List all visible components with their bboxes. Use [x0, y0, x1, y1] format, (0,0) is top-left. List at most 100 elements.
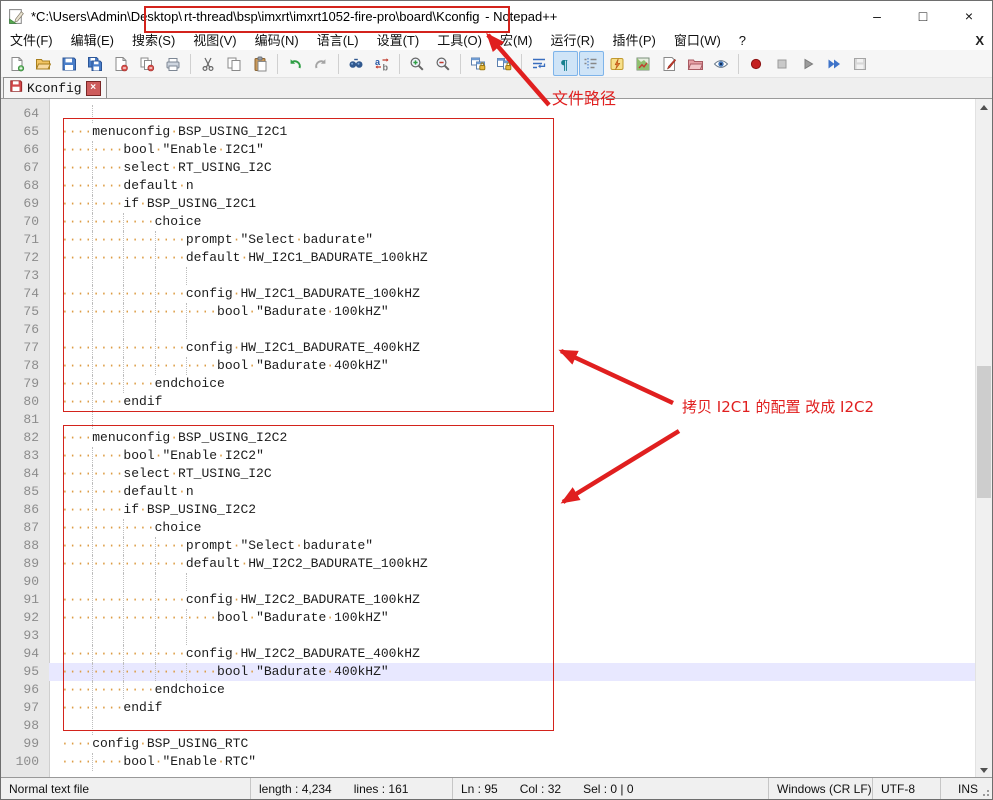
undo-icon[interactable]: [283, 51, 308, 76]
macro-run-multiple-icon[interactable]: [822, 51, 847, 76]
code-line[interactable]: ················prompt·"Select·badurate": [49, 231, 975, 249]
code-line[interactable]: ················config·HW_I2C1_BADURATE_…: [49, 339, 975, 357]
menu-item-edit[interactable]: 编辑(E): [62, 31, 123, 50]
menu-item-encoding[interactable]: 编码(N): [246, 31, 308, 50]
menu-item-window[interactable]: 窗口(W): [665, 31, 730, 50]
code-line[interactable]: ····················bool·"Badurate·400kH…: [49, 663, 975, 681]
menubar-close-document-icon[interactable]: X: [975, 33, 984, 48]
close-button[interactable]: ×: [946, 1, 992, 31]
code-line[interactable]: ········endif: [49, 393, 975, 411]
paste-icon[interactable]: [248, 51, 273, 76]
code-line[interactable]: ····config·BSP_USING_RTC: [49, 735, 975, 753]
code-line[interactable]: ················config·HW_I2C2_BADURATE_…: [49, 645, 975, 663]
code-line[interactable]: ················prompt·"Select·badurate": [49, 537, 975, 555]
word-wrap-icon[interactable]: [527, 51, 552, 76]
show-all-characters-icon[interactable]: ¶: [553, 51, 578, 76]
document-map-icon[interactable]: [631, 51, 656, 76]
macro-play-icon[interactable]: [796, 51, 821, 76]
menu-item-help[interactable]: ?: [730, 31, 755, 50]
code-line[interactable]: ················config·HW_I2C1_BADURATE_…: [49, 285, 975, 303]
macro-stop-icon[interactable]: [770, 51, 795, 76]
find-icon[interactable]: [344, 51, 369, 76]
menu-item-settings[interactable]: 设置(T): [368, 31, 429, 50]
vertical-scrollbar[interactable]: [975, 99, 992, 779]
code-line[interactable]: ········select·RT_USING_I2C: [49, 159, 975, 177]
redo-icon[interactable]: [309, 51, 334, 76]
new-file-icon[interactable]: [5, 51, 30, 76]
zoom-out-icon[interactable]: [431, 51, 456, 76]
sync-horizontal-scroll-icon[interactable]: [492, 51, 517, 76]
zoom-in-icon[interactable]: [405, 51, 430, 76]
open-file-icon[interactable]: [31, 51, 56, 76]
tab-close-icon[interactable]: ×: [86, 81, 101, 96]
minimize-button[interactable]: –: [854, 1, 900, 31]
indent-guide-line: [92, 537, 93, 555]
code-area[interactable]: 6465····menuconfig·BSP_USING_I2C166·····…: [1, 105, 975, 771]
print-icon[interactable]: [161, 51, 186, 76]
code-line[interactable]: [49, 411, 975, 429]
menu-item-tools[interactable]: 工具(O): [428, 31, 491, 50]
code-line[interactable]: ········bool·"Enable·I2C1": [49, 141, 975, 159]
macro-save-icon[interactable]: [848, 51, 873, 76]
user-defined-dialog-icon[interactable]: [605, 51, 630, 76]
menu-item-macro[interactable]: 宏(M): [491, 31, 542, 50]
function-list-icon[interactable]: [657, 51, 682, 76]
folder-as-workspace-icon[interactable]: [683, 51, 708, 76]
code-line[interactable]: ····················bool·"Badurate·400kH…: [49, 357, 975, 375]
code-line[interactable]: ············choice: [49, 213, 975, 231]
code-line[interactable]: ············endchoice: [49, 681, 975, 699]
code-line[interactable]: ········select·RT_USING_I2C: [49, 465, 975, 483]
replace-icon[interactable]: ab: [370, 51, 395, 76]
code-line[interactable]: ················config·HW_I2C2_BADURATE_…: [49, 591, 975, 609]
tab-kconfig[interactable]: Kconfig ×: [3, 77, 107, 98]
save-icon[interactable]: [57, 51, 82, 76]
code-line[interactable]: ············choice: [49, 519, 975, 537]
code-line[interactable]: ····menuconfig·BSP_USING_I2C1: [49, 123, 975, 141]
save-all-icon[interactable]: [83, 51, 108, 76]
scrollbar-thumb[interactable]: [977, 366, 991, 498]
close-file-icon[interactable]: [109, 51, 134, 76]
code-line[interactable]: [49, 717, 975, 735]
code-line[interactable]: [49, 267, 975, 285]
menu-item-plugins[interactable]: 插件(P): [604, 31, 665, 50]
sync-vertical-scroll-icon[interactable]: [466, 51, 491, 76]
close-all-icon[interactable]: [135, 51, 160, 76]
status-insert-mode[interactable]: INS: [941, 778, 992, 799]
code-line[interactable]: ····················bool·"Badurate·100kH…: [49, 609, 975, 627]
menu-item-search[interactable]: 搜索(S): [123, 31, 184, 50]
menu-item-language[interactable]: 语言(L): [308, 31, 368, 50]
code-line[interactable]: ········if·BSP_USING_I2C2: [49, 501, 975, 519]
code-line[interactable]: ········if·BSP_USING_I2C1: [49, 195, 975, 213]
indent-guide-line: [92, 375, 93, 393]
maximize-button[interactable]: □: [900, 1, 946, 31]
menu-item-run[interactable]: 运行(R): [541, 31, 603, 50]
indent-guide-icon[interactable]: [579, 51, 604, 76]
menu-item-view[interactable]: 视图(V): [184, 31, 245, 50]
code-line-row: 83········bool·"Enable·I2C2": [1, 447, 975, 465]
resize-grip[interactable]: [987, 794, 989, 796]
code-line[interactable]: ················default·HW_I2C1_BADURATE…: [49, 249, 975, 267]
macro-record-icon[interactable]: [744, 51, 769, 76]
monitoring-icon[interactable]: [709, 51, 734, 76]
code-line[interactable]: [49, 573, 975, 591]
code-line[interactable]: ········default·n: [49, 483, 975, 501]
scroll-up-arrow-icon[interactable]: [976, 99, 992, 116]
code-line[interactable]: ············endchoice: [49, 375, 975, 393]
code-line-row: 79············endchoice: [1, 375, 975, 393]
code-line[interactable]: [49, 105, 975, 123]
status-eol-format[interactable]: Windows (CR LF): [769, 778, 873, 799]
copy-icon[interactable]: [222, 51, 247, 76]
code-line[interactable]: [49, 627, 975, 645]
menu-item-file[interactable]: 文件(F): [1, 31, 62, 50]
code-line[interactable]: ········default·n: [49, 177, 975, 195]
code-line[interactable]: ················default·HW_I2C2_BADURATE…: [49, 555, 975, 573]
code-line[interactable]: ········endif: [49, 699, 975, 717]
indent-guide-line: [123, 519, 124, 537]
code-line[interactable]: [49, 321, 975, 339]
cut-icon[interactable]: [196, 51, 221, 76]
code-line[interactable]: ········bool·"Enable·I2C2": [49, 447, 975, 465]
code-line[interactable]: ····menuconfig·BSP_USING_I2C2: [49, 429, 975, 447]
status-encoding[interactable]: UTF-8: [873, 778, 941, 799]
code-line[interactable]: ····················bool·"Badurate·100kH…: [49, 303, 975, 321]
code-line[interactable]: ········bool·"Enable·RTC": [49, 753, 975, 771]
